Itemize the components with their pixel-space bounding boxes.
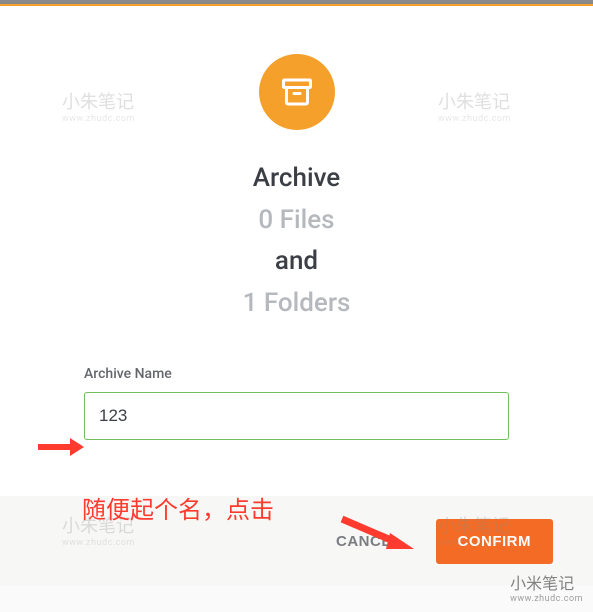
- archive-name-input[interactable]: [84, 392, 509, 440]
- dialog-button-bar: CANCEL CONFIRM: [0, 496, 593, 586]
- dialog-heading: Archive 0 Files and 1 Folders: [243, 158, 351, 324]
- archive-icon-circle: [259, 54, 335, 130]
- form-block: Archive Name: [0, 366, 593, 440]
- archive-icon: [279, 74, 315, 110]
- archive-name-label: Archive Name: [84, 366, 509, 382]
- dialog-body: Archive 0 Files and 1 Folders Archive Na…: [0, 6, 593, 496]
- confirm-button[interactable]: CONFIRM: [436, 519, 554, 564]
- cancel-button[interactable]: CANCEL: [330, 523, 408, 560]
- heading-archive: Archive: [243, 158, 351, 200]
- heading-and: and: [243, 241, 351, 283]
- heading-folders-count: 1 Folders: [243, 283, 351, 325]
- heading-files-count: 0 Files: [243, 200, 351, 242]
